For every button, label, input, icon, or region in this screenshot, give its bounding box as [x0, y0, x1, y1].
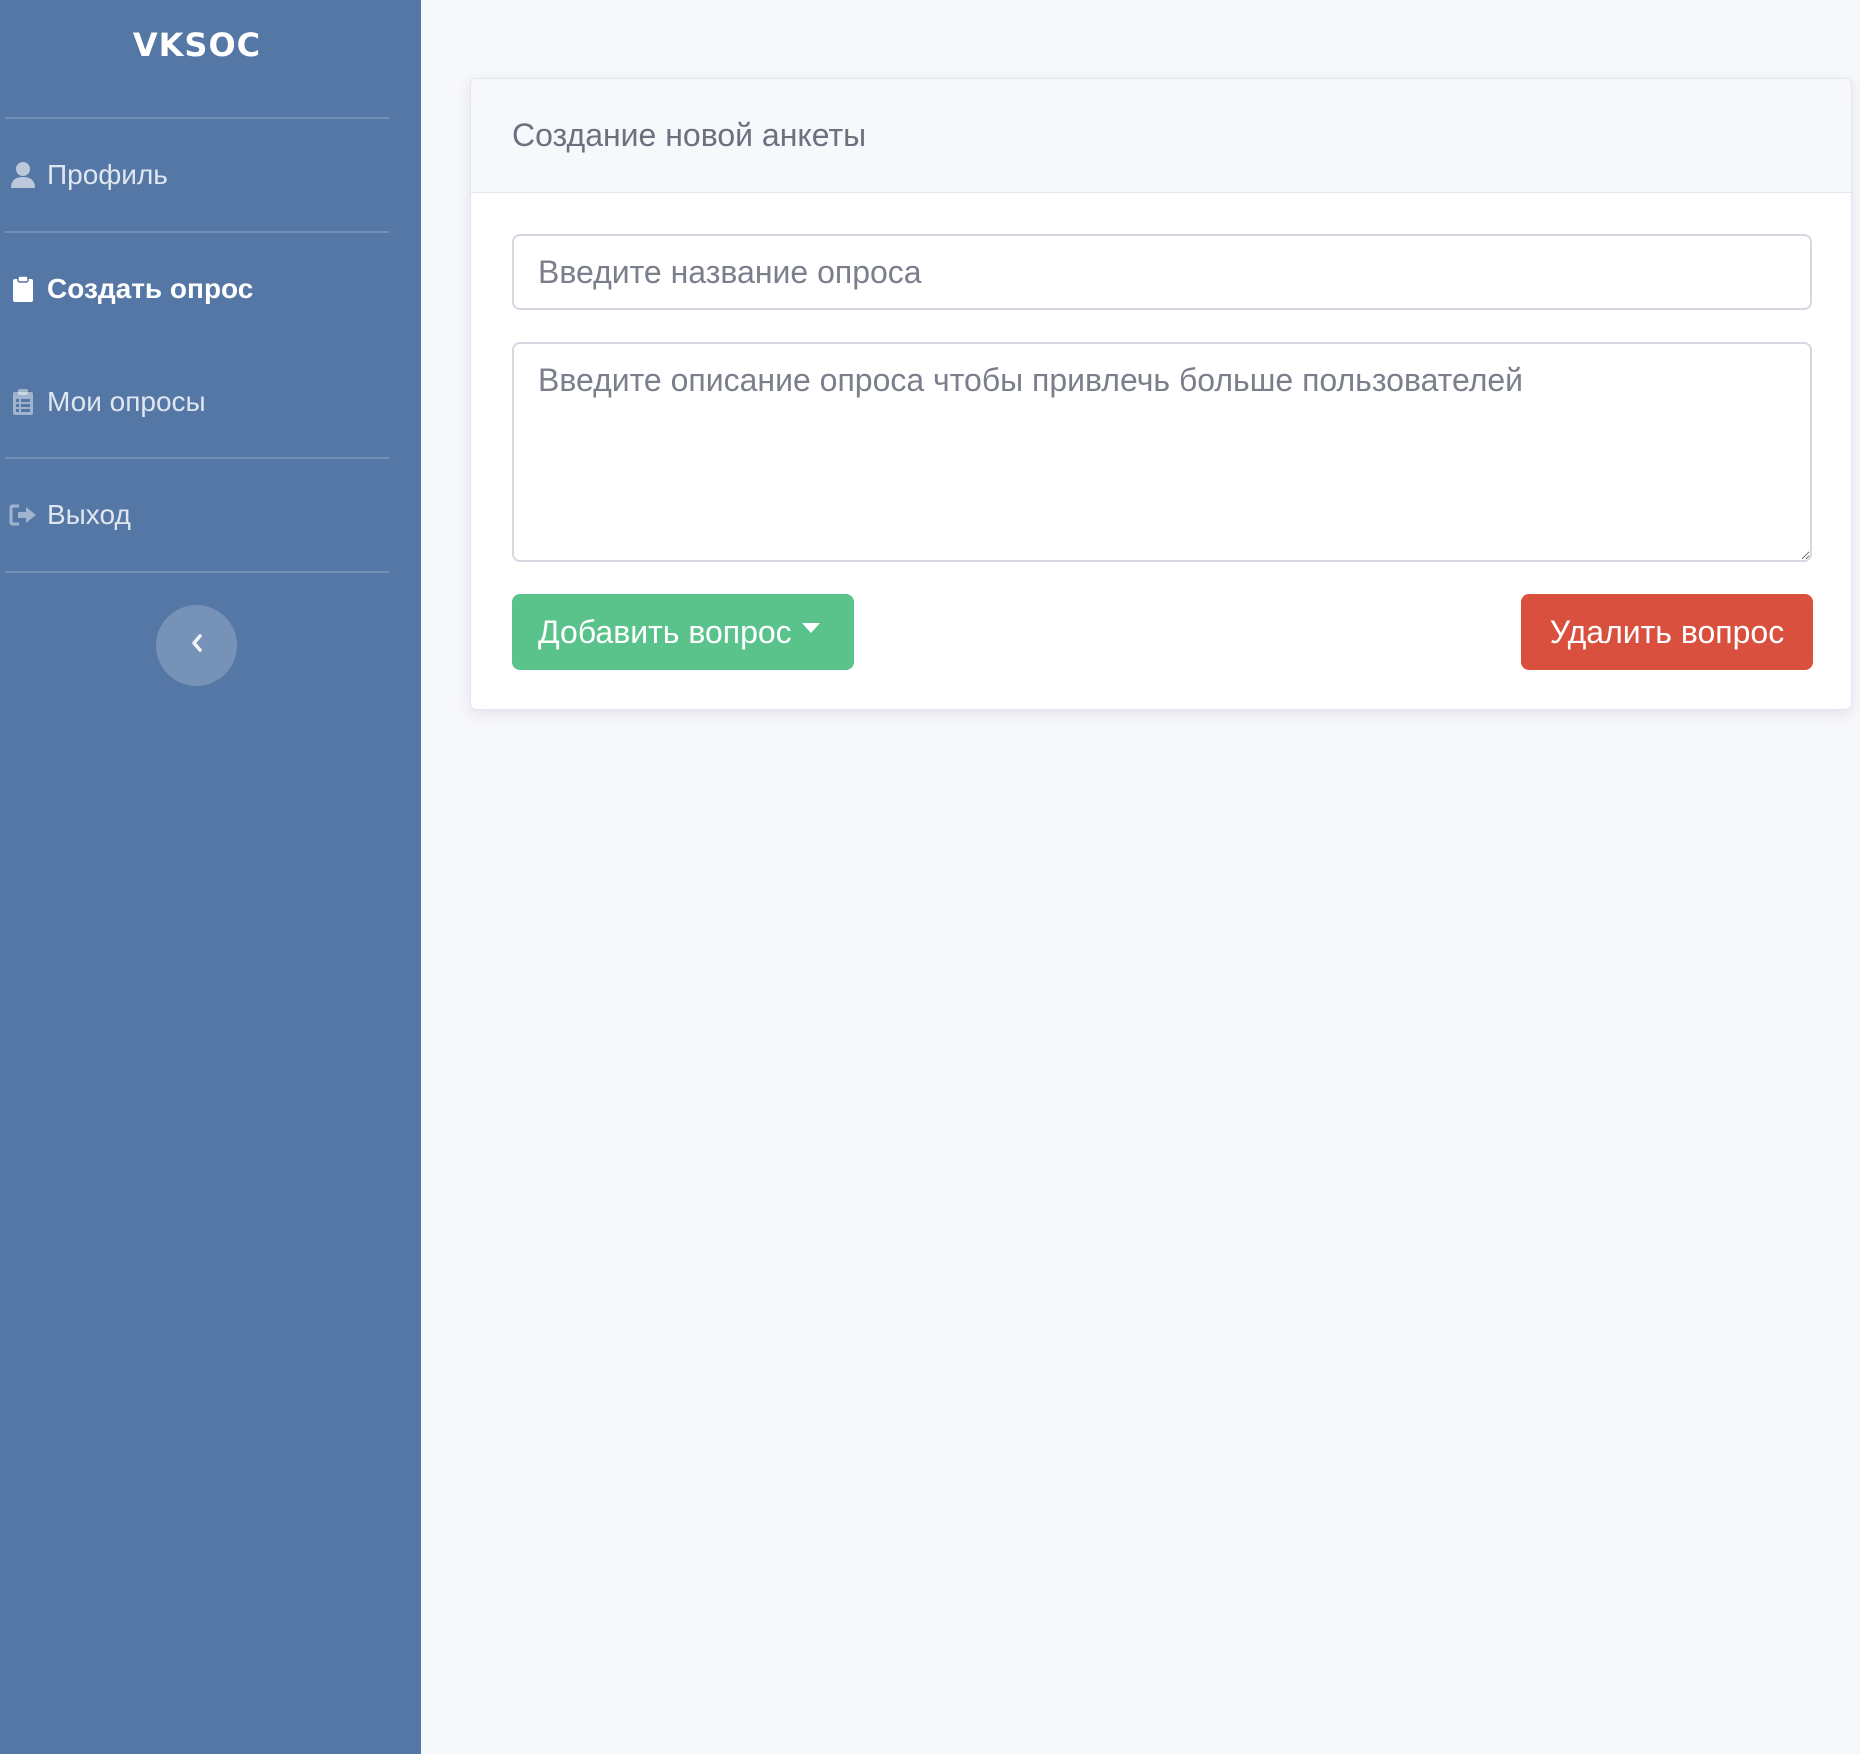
brand-logo[interactable]: VKSOC [0, 26, 394, 64]
sidebar: VKSOC Профиль Создать опрос Мои опросы В… [0, 0, 421, 1754]
divider [5, 571, 389, 573]
card-title: Создание новой анкеты [512, 117, 867, 153]
sidebar-item-logout[interactable]: Выход [0, 485, 394, 545]
clipboard-icon [8, 274, 38, 304]
sidebar-item-profile[interactable]: Профиль [0, 145, 394, 205]
create-survey-card: Создание новой анкеты Добавить вопрос Уд… [470, 78, 1852, 710]
sidebar-item-create-poll[interactable]: Создать опрос [0, 259, 394, 319]
delete-question-button[interactable]: Удалить вопрос [1521, 594, 1813, 670]
chevron-left-icon [189, 632, 205, 659]
divider [5, 457, 389, 459]
sidebar-collapse-button[interactable] [156, 605, 237, 686]
sidebar-item-label: Выход [47, 499, 131, 530]
sidebar-item-label: Создать опрос [47, 273, 254, 304]
delete-question-label: Удалить вопрос [1549, 613, 1785, 650]
caret-down-icon [801, 623, 820, 633]
sidebar-item-label: Мои опросы [47, 386, 206, 417]
add-question-label: Добавить вопрос [538, 613, 792, 650]
survey-title-input[interactable] [512, 234, 1812, 310]
card-header: Создание новой анкеты [471, 79, 1851, 193]
user-icon [8, 160, 38, 190]
add-question-button[interactable]: Добавить вопрос [512, 594, 854, 670]
sidebar-item-my-polls[interactable]: Мои опросы [0, 372, 394, 432]
sign-out-icon [8, 500, 38, 530]
clipboard-list-icon [8, 387, 38, 417]
survey-description-textarea[interactable] [512, 342, 1812, 562]
sidebar-item-label: Профиль [47, 159, 168, 190]
divider [5, 117, 389, 119]
divider [5, 231, 389, 233]
